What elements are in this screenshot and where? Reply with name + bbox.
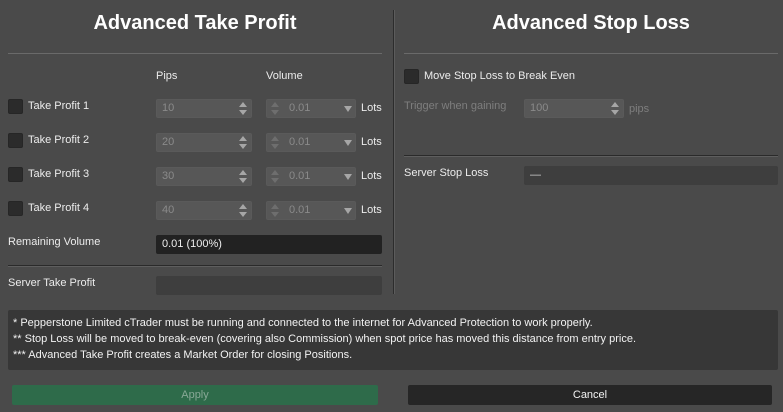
take-profit-4-volume-value: 0.01 — [289, 204, 311, 216]
spinner-arrows-icon[interactable] — [271, 136, 280, 149]
volume-column-header: Volume — [266, 70, 303, 82]
take-profit-3-lots-unit: Lots — [361, 170, 382, 182]
take-profit-3-pips-input[interactable]: 30 — [156, 167, 252, 186]
note-2: ** Stop Loss will be moved to break-even… — [13, 333, 636, 345]
take-profit-2-pips-value: 20 — [162, 136, 175, 148]
spinner-arrows-icon[interactable] — [271, 170, 280, 183]
note-3: *** Advanced Take Profit creates a Marke… — [13, 349, 353, 361]
take-profit-2-volume-select[interactable]: 0.01 — [266, 133, 356, 152]
stop-loss-title: Advanced Stop Loss — [492, 12, 690, 34]
take-profit-1-volume-select[interactable]: 0.01 — [266, 99, 356, 118]
panel-separator-highlight — [394, 10, 395, 294]
take-profit-4-pips-value: 40 — [162, 204, 175, 216]
take-profit-title-divider — [8, 53, 382, 54]
trigger-pips-value: 100 — [530, 102, 549, 114]
stop-loss-divider-highlight — [404, 156, 778, 157]
take-profit-3-volume-select[interactable]: 0.01 — [266, 167, 356, 186]
take-profit-bottom-divider-highlight — [8, 266, 382, 267]
take-profit-3-volume-value: 0.01 — [289, 170, 311, 182]
take-profit-3-label: Take Profit 3 — [28, 168, 90, 180]
take-profit-1-checkbox[interactable] — [8, 99, 23, 114]
take-profit-3-checkbox[interactable] — [8, 167, 23, 182]
chevron-down-icon[interactable] — [344, 174, 352, 180]
trigger-label: Trigger when gaining — [404, 100, 507, 112]
take-profit-4-label: Take Profit 4 — [28, 202, 90, 214]
take-profit-4-checkbox[interactable] — [8, 201, 23, 216]
break-even-label: Move Stop Loss to Break Even — [424, 70, 576, 82]
notes-panel: * Pepperstone Limited cTrader must be ru… — [8, 310, 778, 370]
take-profit-1-volume-value: 0.01 — [289, 102, 311, 114]
spinner-arrows-icon[interactable] — [239, 204, 248, 217]
cancel-button[interactable]: Cancel — [408, 385, 772, 405]
chevron-down-icon[interactable] — [344, 140, 352, 146]
spinner-arrows-icon[interactable] — [271, 204, 280, 217]
chevron-down-icon[interactable] — [344, 106, 352, 112]
take-profit-4-lots-unit: Lots — [361, 204, 382, 216]
take-profit-1-pips-value: 10 — [162, 102, 175, 114]
take-profit-1-pips-input[interactable]: 10 — [156, 99, 252, 118]
spinner-arrows-icon[interactable] — [611, 102, 620, 115]
apply-button[interactable]: Apply — [12, 385, 378, 405]
stop-loss-title-divider — [404, 53, 778, 54]
take-profit-1-lots-unit: Lots — [361, 102, 382, 114]
spinner-arrows-icon[interactable] — [239, 170, 248, 183]
remaining-volume-field: 0.01 (100%) — [156, 235, 382, 254]
take-profit-2-label: Take Profit 2 — [28, 134, 90, 146]
take-profit-3-pips-value: 30 — [162, 170, 175, 182]
spinner-arrows-icon[interactable] — [239, 102, 248, 115]
remaining-volume-label: Remaining Volume — [8, 236, 101, 248]
pips-column-header: Pips — [156, 70, 178, 82]
take-profit-4-pips-input[interactable]: 40 — [156, 201, 252, 220]
take-profit-2-checkbox[interactable] — [8, 133, 23, 148]
take-profit-4-volume-select[interactable]: 0.01 — [266, 201, 356, 220]
spinner-arrows-icon[interactable] — [271, 102, 280, 115]
take-profit-2-volume-value: 0.01 — [289, 136, 311, 148]
note-1: * Pepperstone Limited cTrader must be ru… — [13, 317, 593, 329]
take-profit-1-label: Take Profit 1 — [28, 100, 90, 112]
take-profit-title: Advanced Take Profit — [93, 12, 297, 34]
server-take-profit-field — [156, 276, 382, 295]
server-take-profit-label: Server Take Profit — [8, 277, 96, 289]
trigger-pips-unit: pips — [629, 103, 650, 115]
server-stop-loss-label: Server Stop Loss — [404, 167, 489, 179]
spinner-arrows-icon[interactable] — [239, 136, 248, 149]
trigger-pips-input[interactable]: 100 — [524, 99, 624, 118]
server-stop-loss-field: — — [524, 166, 778, 185]
break-even-checkbox[interactable] — [404, 69, 419, 84]
take-profit-2-pips-input[interactable]: 20 — [156, 133, 252, 152]
chevron-down-icon[interactable] — [344, 208, 352, 214]
take-profit-2-lots-unit: Lots — [361, 136, 382, 148]
